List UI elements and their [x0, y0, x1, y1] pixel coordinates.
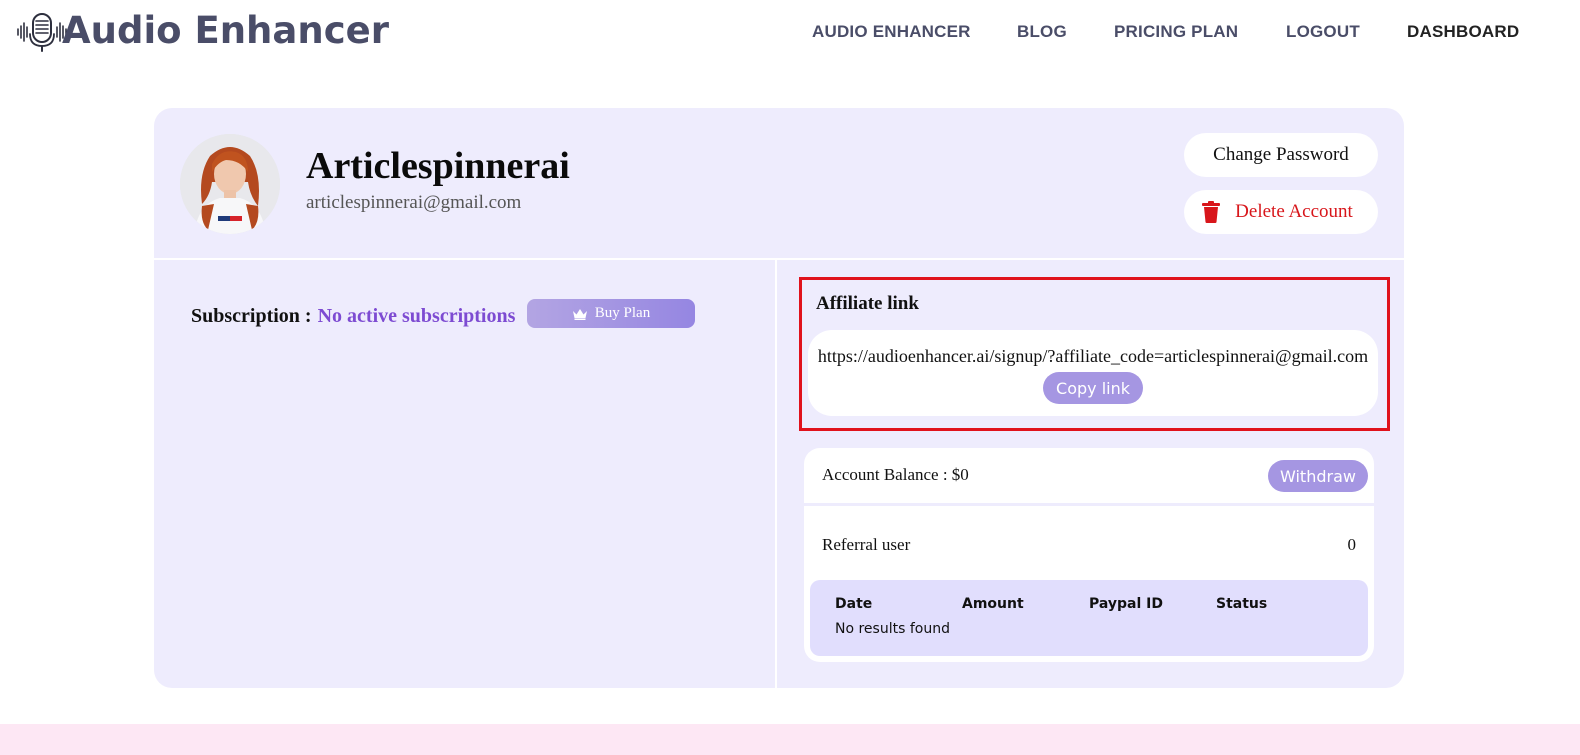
change-password-button[interactable]: Change Password	[1184, 133, 1378, 177]
nav-logout[interactable]: LOGOUT	[1286, 22, 1360, 42]
footer-band	[0, 724, 1580, 755]
affiliate-link-section: Affiliate link https://audioenhancer.ai/…	[799, 277, 1390, 431]
delete-account-button[interactable]: Delete Account	[1184, 190, 1378, 234]
buy-plan-button[interactable]: Buy Plan	[527, 299, 695, 328]
profile-header: Articlespinnerai articlespinnerai@gmail.…	[154, 108, 1404, 260]
profile-name: Articlespinnerai	[306, 145, 570, 187]
trash-icon	[1202, 201, 1221, 223]
table-header-paypal-id: Paypal ID	[1089, 596, 1163, 612]
buy-plan-label: Buy Plan	[594, 305, 651, 321]
account-panel: Account Balance : $0 Withdraw Referral u…	[804, 448, 1374, 662]
nav-blog[interactable]: BLOG	[1017, 22, 1067, 42]
main-nav: AUDIO ENHANCER BLOG PRICING PLAN LOGOUT …	[0, 22, 1580, 44]
account-balance: Account Balance : $0	[822, 465, 969, 484]
account-separator	[804, 503, 1374, 506]
dashboard-card: Articlespinnerai articlespinnerai@gmail.…	[154, 108, 1404, 688]
top-navigation-bar: Audio Enhancer AUDIO ENHANCER BLOG PRICI…	[0, 0, 1580, 64]
referral-user-count: 0	[1347, 535, 1357, 554]
crown-icon	[572, 308, 587, 320]
subscription-row: Subscription : No active subscriptions	[191, 301, 515, 331]
nav-audio-enhancer[interactable]: AUDIO ENHANCER	[812, 22, 971, 42]
nav-dashboard[interactable]: DASHBOARD	[1407, 22, 1519, 42]
subscription-label: Subscription :	[191, 304, 312, 327]
table-empty-message: No results found	[835, 621, 950, 637]
table-header-status: Status	[1216, 596, 1268, 612]
referral-user-label: Referral user	[822, 535, 911, 554]
profile-email: articlespinnerai@gmail.com	[306, 192, 522, 213]
avatar-portrait-image	[180, 134, 280, 234]
copy-link-button[interactable]: Copy link	[1043, 372, 1143, 404]
affiliate-title: Affiliate link	[816, 293, 919, 314]
nav-pricing-plan[interactable]: PRICING PLAN	[1114, 22, 1238, 42]
withdrawals-table: Date Amount Paypal ID Status No results …	[810, 580, 1368, 656]
subscription-status: No active subscriptions	[317, 304, 516, 327]
column-divider	[775, 260, 777, 688]
table-header-amount: Amount	[962, 596, 1024, 612]
affiliate-link-text[interactable]: https://audioenhancer.ai/signup/?affilia…	[808, 346, 1378, 367]
withdraw-button[interactable]: Withdraw	[1268, 460, 1368, 492]
affiliate-link-panel: https://audioenhancer.ai/signup/?affilia…	[808, 330, 1378, 416]
avatar	[180, 134, 280, 234]
table-header-date: Date	[835, 596, 873, 612]
delete-account-label: Delete Account	[1235, 201, 1353, 222]
